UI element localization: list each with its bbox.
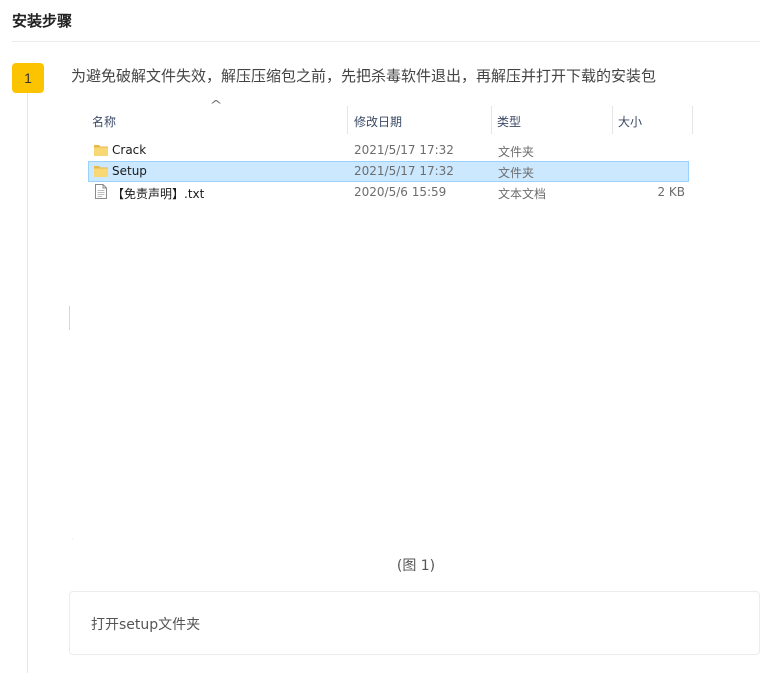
column-header-name[interactable]: 名称 (92, 113, 116, 130)
column-header-type[interactable]: 类型 (497, 113, 521, 130)
file-row-disclaimer[interactable]: 【免责声明】.txt 2020/5/6 15:59 文本文档 2 KB (88, 182, 689, 203)
text-file-icon (95, 184, 107, 199)
folder-icon (94, 166, 108, 177)
column-separator[interactable] (612, 106, 613, 134)
file-type: 文本文档 (498, 187, 547, 201)
file-row-crack[interactable]: Crack 2021/5/17 17:32 文件夹 (88, 140, 689, 161)
file-name: Setup (112, 164, 147, 178)
folder-icon (94, 145, 108, 156)
column-header-size[interactable]: 大小 (618, 113, 642, 130)
column-separator[interactable] (491, 106, 492, 134)
file-date: 2021/5/17 17:32 (354, 164, 454, 178)
sort-ascending-icon: ^ (209, 98, 223, 112)
timeline-line (27, 92, 28, 673)
column-header-bar: ^ 名称 修改日期 类型 大小 (72, 98, 710, 134)
file-type: 文件夹 (498, 166, 535, 180)
file-name: 【免责声明】.txt (112, 187, 205, 201)
file-type: 文件夹 (498, 145, 535, 159)
step-instruction: 为避免破解文件失效，解压压缩包之前，先把杀毒软件退出，再解压并打开下载的安装包 (71, 67, 657, 85)
column-header-date[interactable]: 修改日期 (354, 113, 402, 130)
step-number-badge: 1 (12, 63, 44, 93)
column-separator[interactable] (692, 106, 693, 134)
file-name: Crack (112, 143, 147, 157)
explorer-edge-mark (69, 306, 70, 330)
file-explorer-screenshot: ^ 名称 修改日期 类型 大小 Crack 2021/5/17 17:32 文件… (72, 98, 710, 538)
section-title: 安装步骤 (12, 12, 73, 30)
file-row-setup[interactable]: Setup 2021/5/17 17:32 文件夹 (88, 161, 689, 182)
column-separator[interactable] (347, 106, 348, 134)
figure-caption: (图 1) (396, 558, 436, 574)
file-date: 2020/5/6 15:59 (354, 185, 447, 199)
step-note-text: 打开setup文件夹 (91, 617, 201, 633)
step-note-box: 打开setup文件夹 (69, 591, 760, 655)
title-divider (12, 41, 760, 42)
file-date: 2021/5/17 17:32 (354, 143, 454, 157)
file-size: 2 KB (657, 185, 685, 199)
